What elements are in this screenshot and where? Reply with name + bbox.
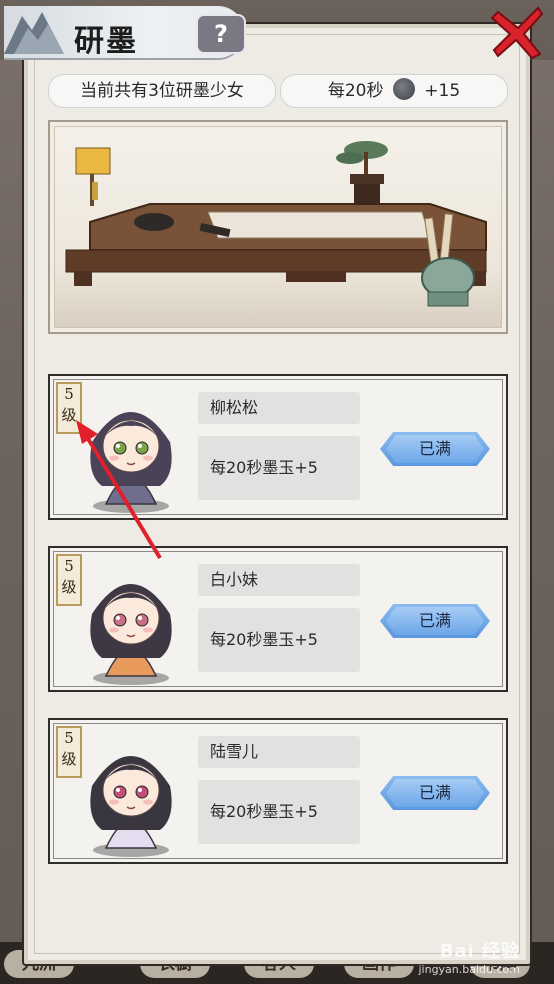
help-button[interactable]: ? (196, 14, 246, 54)
girl-name: 陆雪儿 (198, 736, 360, 768)
production-rate-pill: 每20秒 +15 (280, 74, 508, 108)
level-number: 5 (64, 385, 74, 403)
desk-illustration (65, 141, 487, 307)
upgrade-full-button[interactable]: 已满 (380, 604, 490, 638)
level-badge: 5 级 (56, 554, 82, 606)
girl-card: 5 级 陆雪儿 每20秒墨玉+5 已满 (48, 718, 508, 864)
watermark-logo: Bai 经验 (439, 941, 520, 962)
girl-avatar (90, 756, 172, 857)
girl-production: 每20秒墨玉+5 (198, 608, 360, 672)
page-title: 研墨 (74, 24, 138, 59)
girl-card: 5 级 白小妹 每20秒墨玉+5 已满 (48, 546, 508, 692)
upgrade-full-button[interactable]: 已满 (380, 432, 490, 466)
girl-production: 每20秒墨玉+5 (198, 780, 360, 844)
level-unit: 级 (61, 750, 77, 768)
girl-avatar (90, 412, 172, 513)
upgrade-full-label: 已满 (418, 611, 451, 630)
level-number: 5 (64, 557, 74, 575)
upgrade-full-button[interactable]: 已满 (380, 776, 490, 810)
watermark-url: jingyan.baidu.com (418, 963, 520, 976)
mountain-icon (4, 12, 64, 54)
girl-card: 5 级 柳松松 每20秒墨玉+5 已满 (48, 374, 508, 520)
level-unit: 级 (61, 406, 77, 424)
girl-avatar (90, 584, 172, 685)
close-icon[interactable] (488, 2, 548, 62)
girl-production: 每20秒墨玉+5 (198, 436, 360, 500)
rate-prefix: 每20秒 (327, 81, 384, 101)
watermark: Bai 经验 jingyan.baidu.com (418, 937, 520, 976)
girl-name: 柳松松 (198, 392, 360, 424)
upgrade-full-label: 已满 (418, 439, 451, 458)
girl-count-pill: 当前共有3位研墨少女 (48, 74, 276, 108)
rate-suffix: +15 (424, 81, 461, 101)
level-number: 5 (64, 729, 74, 747)
level-unit: 级 (61, 578, 77, 596)
level-badge: 5 级 (56, 726, 82, 778)
level-badge: 5 级 (56, 382, 82, 434)
study-scene-image (48, 120, 508, 334)
upgrade-full-label: 已满 (418, 783, 451, 802)
girl-name: 白小妹 (198, 564, 360, 596)
ink-jade-icon (392, 78, 415, 100)
